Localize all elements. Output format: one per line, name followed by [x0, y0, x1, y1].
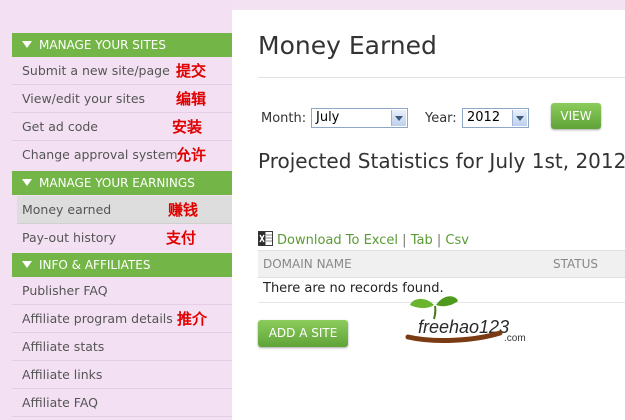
- sidebar-item-affiliate-faq[interactable]: Affiliate FAQ: [12, 389, 232, 417]
- add-site-button[interactable]: ADD A SITE: [258, 320, 348, 347]
- logo-suffix: .com: [504, 333, 526, 344]
- sidebar-item-label: Change approval system: [22, 147, 178, 162]
- main-content: Money Earned Month: July Year: 2012 VIEW…: [232, 10, 625, 420]
- export-links: Download To Excel | Tab | Csv: [258, 231, 469, 248]
- sidebar-item-change-approval[interactable]: Change approval system 允许: [12, 141, 232, 169]
- section-title: MANAGE YOUR SITES: [39, 38, 166, 52]
- sidebar-item-label: Get ad code: [22, 119, 98, 134]
- title-divider: [258, 77, 625, 78]
- sidebar-item-payout-history[interactable]: Pay-out history 支付: [12, 224, 232, 252]
- chevron-down-icon: [391, 110, 406, 126]
- sidebar-item-affiliate-program[interactable]: Affiliate program details 推介: [12, 305, 232, 333]
- annotation-note: 提交: [176, 62, 207, 80]
- sidebar-item-view-edit-sites[interactable]: View/edit your sites 编辑: [12, 85, 232, 113]
- sidebar-item-get-ad-code[interactable]: Get ad code 安装: [12, 113, 232, 141]
- month-select-value: July: [316, 110, 340, 125]
- year-select[interactable]: 2012: [462, 108, 529, 128]
- annotation-note: 支付: [166, 229, 197, 247]
- sidebar-item-submit-site[interactable]: Submit a new site/page 提交: [12, 57, 232, 85]
- sidebar-item-money-earned[interactable]: Money earned 赚钱: [17, 196, 232, 224]
- sidebar-item-label: Affiliate program details: [22, 311, 173, 326]
- link-separator: |: [402, 233, 407, 248]
- annotation-note: 编辑: [176, 90, 207, 108]
- column-header-status[interactable]: STATUS: [553, 251, 598, 277]
- section-header-info-affiliates[interactable]: INFO & AFFILIATES: [12, 253, 232, 277]
- sidebar-item-label: Affiliate FAQ: [22, 395, 99, 410]
- sidebar-item-label: Money earned: [22, 202, 112, 217]
- section-header-manage-sites[interactable]: MANAGE YOUR SITES: [12, 33, 232, 57]
- freehao123-logo: freehao123 .com: [405, 296, 526, 344]
- annotation-note: 安装: [172, 118, 203, 136]
- sidebar-item-label: Pay-out history: [22, 230, 116, 245]
- csv-link[interactable]: Csv: [445, 233, 469, 248]
- sidebar-item-publisher-faq[interactable]: Publisher FAQ: [12, 277, 232, 305]
- link-separator: |: [436, 233, 442, 248]
- page-title: Money Earned: [258, 31, 437, 60]
- annotation-note: 推介: [177, 310, 208, 328]
- chevron-down-icon: [512, 110, 527, 126]
- download-excel-link[interactable]: Download To Excel: [277, 233, 398, 248]
- table-header: DOMAIN NAME STATUS: [258, 250, 625, 278]
- top-background: [232, 0, 625, 10]
- stats-subtitle: Projected Statistics for July 1st, 2012 …: [258, 149, 625, 173]
- sidebar-item-label: Submit a new site/page: [22, 63, 170, 78]
- sidebar-item-affiliate-links[interactable]: Affiliate links: [12, 361, 232, 389]
- section-title: INFO & AFFILIATES: [39, 258, 151, 272]
- view-button[interactable]: VIEW: [551, 103, 601, 129]
- section-header-manage-earnings[interactable]: MANAGE YOUR EARNINGS: [12, 171, 232, 195]
- year-select-value: 2012: [467, 110, 501, 125]
- section-title: MANAGE YOUR EARNINGS: [39, 176, 195, 190]
- sidebar-item-affiliate-stats[interactable]: Affiliate stats: [12, 333, 232, 361]
- triangle-down-icon: [22, 179, 32, 186]
- sidebar-item-label: Affiliate stats: [22, 339, 105, 354]
- sidebar-item-label: Publisher FAQ: [22, 283, 108, 298]
- month-label: Month:: [261, 111, 307, 126]
- sidebar-item-label: Affiliate links: [22, 367, 103, 382]
- tab-link[interactable]: Tab: [411, 233, 433, 248]
- annotation-note: 允许: [176, 146, 207, 164]
- sidebar: MANAGE YOUR SITES Submit a new site/page…: [0, 0, 232, 420]
- annotation-note: 赚钱: [168, 201, 199, 219]
- triangle-down-icon: [22, 261, 32, 268]
- triangle-down-icon: [22, 41, 32, 48]
- sidebar-item-label: View/edit your sites: [22, 91, 146, 106]
- excel-icon: [258, 231, 273, 246]
- column-header-domain[interactable]: DOMAIN NAME: [263, 251, 352, 277]
- month-select[interactable]: July: [311, 108, 408, 128]
- year-label: Year:: [425, 111, 457, 126]
